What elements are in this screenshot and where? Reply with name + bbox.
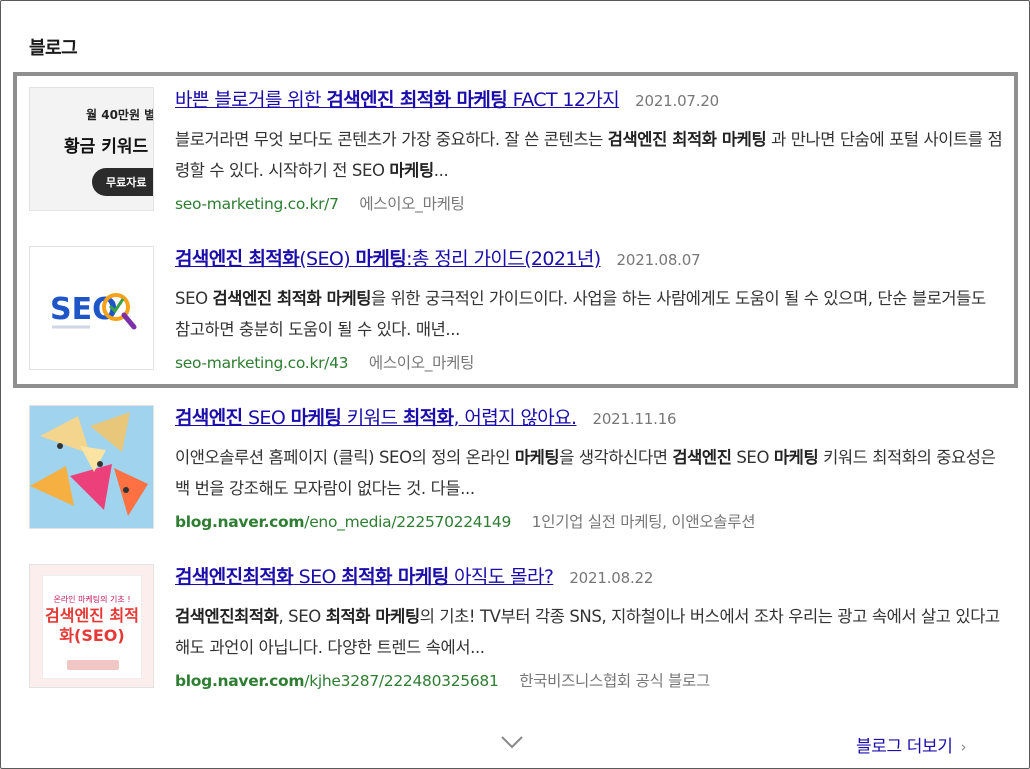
result-url[interactable]: blog.naver.com/kjhe3287/222480325681 xyxy=(175,672,499,690)
result-snippet: 이앤오솔루션 홈페이지 (클릭) SEO의 정의 온라인 마케팅을 생각하신다면… xyxy=(175,448,996,498)
thumb-text: 온라인 마케팅의 기초 ! xyxy=(53,595,131,604)
result-source: blog.naver.com/eno_media/222570224149 1인… xyxy=(175,510,755,532)
result-author[interactable]: 한국비즈니스협회 공식 블로그 xyxy=(519,672,710,690)
result-thumbnail[interactable] xyxy=(29,405,154,529)
result-title-link[interactable]: 바쁜 블로거를 위한 검색엔진 최적화 마케팅 FACT 12가지 xyxy=(175,85,620,112)
thumb-text: 월 40만원 별 xyxy=(86,108,154,122)
result-url[interactable]: blog.naver.com/eno_media/222570224149 xyxy=(175,513,511,531)
result-date: 2021.07.20 xyxy=(635,92,720,110)
result-snippet: 블로거라면 무엇 보다도 콘텐츠가 가장 중요하다. 잘 쓴 콘텐츠는 검색엔진… xyxy=(175,130,1003,180)
result-thumbnail[interactable]: 월 40만원 별 황금 키워드 무료자료 xyxy=(29,87,154,211)
blog-result: 월 40만원 별 황금 키워드 무료자료 바쁜 블로거를 위한 검색엔진 최적화… xyxy=(29,75,1009,213)
blog-more-link[interactable]: 블로그 더보기 › xyxy=(856,732,966,757)
result-thumbnail[interactable]: SEO xyxy=(29,246,154,370)
blog-section-panel: 블로그 월 40만원 별 황금 키워드 무료자료 바쁜 블로거를 위한 검색엔진… xyxy=(0,0,1030,769)
thumb-text: 황금 키워드 xyxy=(64,137,149,157)
thumb-button-graphic: 무료자료 xyxy=(92,168,153,196)
result-url[interactable]: seo-marketing.co.kr/7 xyxy=(175,195,339,213)
result-author[interactable]: 에스이오_마케팅 xyxy=(359,195,464,213)
result-author[interactable]: 1인기업 실전 마케팅, 이앤오솔루션 xyxy=(532,513,756,531)
origami-photo-icon xyxy=(30,406,153,528)
result-url[interactable]: seo-marketing.co.kr/43 xyxy=(175,354,349,372)
result-snippet: 검색엔진최적화, SEO 최적화 마케팅의 기초! TV부터 각종 SNS, 지… xyxy=(175,607,1000,657)
section-title: 블로그 xyxy=(29,38,78,59)
result-date: 2021.08.22 xyxy=(569,569,654,587)
thumb-text: 무료자료 xyxy=(106,176,147,189)
result-date: 2021.08.07 xyxy=(616,251,701,269)
result-snippet: SEO 검색엔진 최적화 마케팅을 위한 궁극적인 가이드이다. 사업을 하는 … xyxy=(175,289,986,339)
blog-result: 온라인 마케팅의 기초 ! 검색엔진 최적화(SEO) 검색엔진최적화 SEO … xyxy=(29,552,1009,690)
chevron-right-icon: › xyxy=(960,738,967,756)
blog-result: 검색엔진 SEO 마케팅 키워드 최적화, 어렵지 않아요. 2021.11.1… xyxy=(29,393,1009,531)
result-author[interactable]: 에스이오_마케팅 xyxy=(369,354,474,372)
blog-result: SEO 검색엔진 최적화(SEO) 마케팅:총 정리 가이드(2021년) 20… xyxy=(29,234,1009,372)
result-source: blog.naver.com/kjhe3287/222480325681 한국비… xyxy=(175,669,710,691)
seo-logo-icon: SEO xyxy=(50,292,137,330)
result-source: seo-marketing.co.kr/43 에스이오_마케팅 xyxy=(175,351,474,373)
thumb-card: 온라인 마케팅의 기초 ! 검색엔진 최적화(SEO) xyxy=(42,575,142,679)
result-title-link[interactable]: 검색엔진 최적화(SEO) 마케팅:총 정리 가이드(2021년) xyxy=(175,244,601,271)
blog-more-label: 블로그 더보기 xyxy=(856,737,953,757)
result-source: seo-marketing.co.kr/7 에스이오_마케팅 xyxy=(175,192,465,214)
result-thumbnail[interactable]: 온라인 마케팅의 기초 ! 검색엔진 최적화(SEO) xyxy=(29,564,154,688)
result-date: 2021.11.16 xyxy=(592,410,677,428)
thumb-text: 검색엔진 최적화(SEO) xyxy=(45,606,139,645)
result-title-link[interactable]: 검색엔진 SEO 마케팅 키워드 최적화, 어렵지 않아요. xyxy=(175,403,577,430)
chevron-down-icon[interactable] xyxy=(499,733,525,751)
result-title-link[interactable]: 검색엔진최적화 SEO 최적화 마케팅 아직도 몰라? xyxy=(175,562,554,589)
